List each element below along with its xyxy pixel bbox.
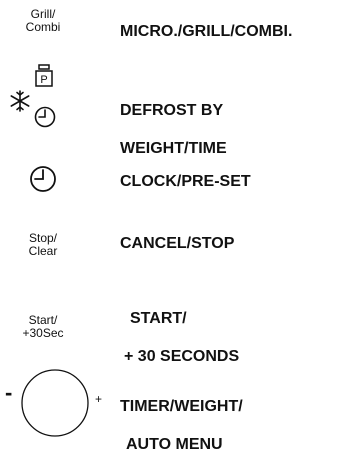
start-button[interactable]: Start/ +30Sec	[18, 314, 68, 340]
row-defrost: P DEFROST BY WEIGHT/TIME	[0, 60, 353, 157]
grill-combi-button[interactable]: Grill/ Combi	[18, 8, 68, 34]
row-knob: - + TIMER/WEIGHT/ AUTO MENU	[0, 364, 353, 453]
start-description-line1: START/	[130, 310, 187, 327]
knob-description-line1: TIMER/WEIGHT/	[120, 398, 243, 415]
row-start: Start/ +30Sec START/ + 30 SECONDS	[0, 284, 353, 365]
start-label-line2: +30Sec	[22, 326, 64, 340]
stop-clear-label-line2: Clear	[28, 244, 58, 258]
knob-minus-label: -	[5, 380, 13, 405]
stop-clear-button[interactable]: Stop/ Clear	[18, 232, 68, 258]
clock-icon	[30, 166, 56, 192]
clock-icon	[34, 106, 56, 128]
row-grill-combi: Grill/ Combi MICRO./GRILL/COMBI.	[0, 0, 353, 60]
dial-knob[interactable]	[20, 368, 90, 438]
stop-clear-description: CANCEL/STOP	[120, 235, 235, 252]
clock-button[interactable]	[28, 164, 60, 196]
row-stop-clear: Stop/ Clear CANCEL/STOP	[0, 220, 353, 270]
knob-plus-label: +	[95, 392, 103, 406]
grill-combi-description: MICRO./GRILL/COMBI.	[120, 23, 293, 40]
knob-description-line2: AUTO MENU	[126, 436, 223, 453]
knob-description: TIMER/WEIGHT/ AUTO MENU	[120, 378, 243, 473]
grill-combi-label-line2: Combi	[25, 20, 61, 34]
defrost-description-line2: WEIGHT/TIME	[120, 140, 227, 157]
snowflake-icon	[10, 90, 30, 112]
clock-description: CLOCK/PRE-SET	[120, 173, 251, 190]
weight-icon-letter: P	[40, 74, 47, 86]
defrost-description-line1: DEFROST BY	[120, 102, 224, 119]
dial-knob-circle	[21, 369, 89, 437]
row-clock: CLOCK/PRE-SET	[0, 160, 353, 204]
weight-icon: P	[35, 64, 53, 87]
defrost-button[interactable]: P	[0, 60, 100, 140]
